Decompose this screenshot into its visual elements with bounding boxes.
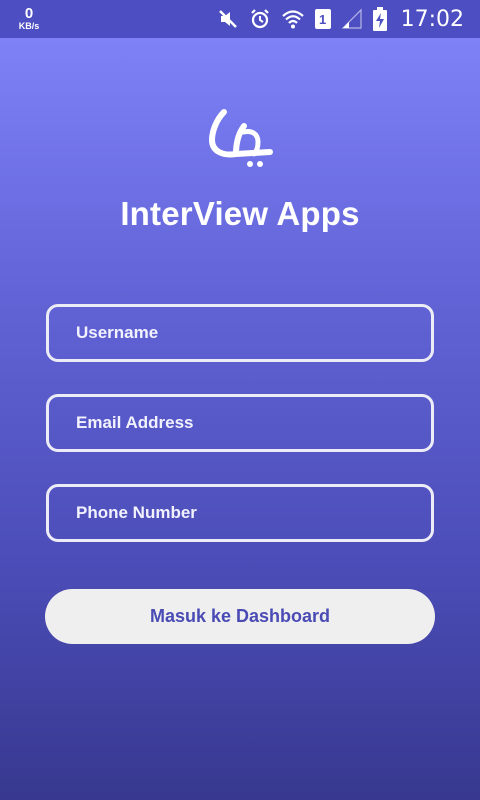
network-speed-value: 0 (24, 5, 34, 22)
network-speed-unit: KB/s (18, 21, 40, 31)
app-title: InterView Apps (120, 195, 360, 232)
mute-icon (217, 8, 239, 30)
email-input[interactable] (46, 394, 434, 452)
alarm-icon (249, 8, 271, 30)
status-icons: 1 17:02 (217, 0, 464, 38)
dashboard-login-button[interactable]: Masuk ke Dashboard (45, 589, 435, 644)
phone-input[interactable] (46, 484, 434, 542)
battery-charging-icon (372, 7, 387, 31)
status-clock: 17:02 (400, 6, 464, 32)
status-bar: 0 KB/s 1 17:02 (0, 0, 480, 38)
signal-icon (341, 8, 363, 30)
wifi-icon (281, 8, 305, 30)
sim-icon: 1 (314, 9, 331, 29)
username-input[interactable] (46, 304, 434, 362)
network-speed: 0 KB/s (14, 6, 44, 31)
signature-logo-icon (200, 106, 280, 170)
